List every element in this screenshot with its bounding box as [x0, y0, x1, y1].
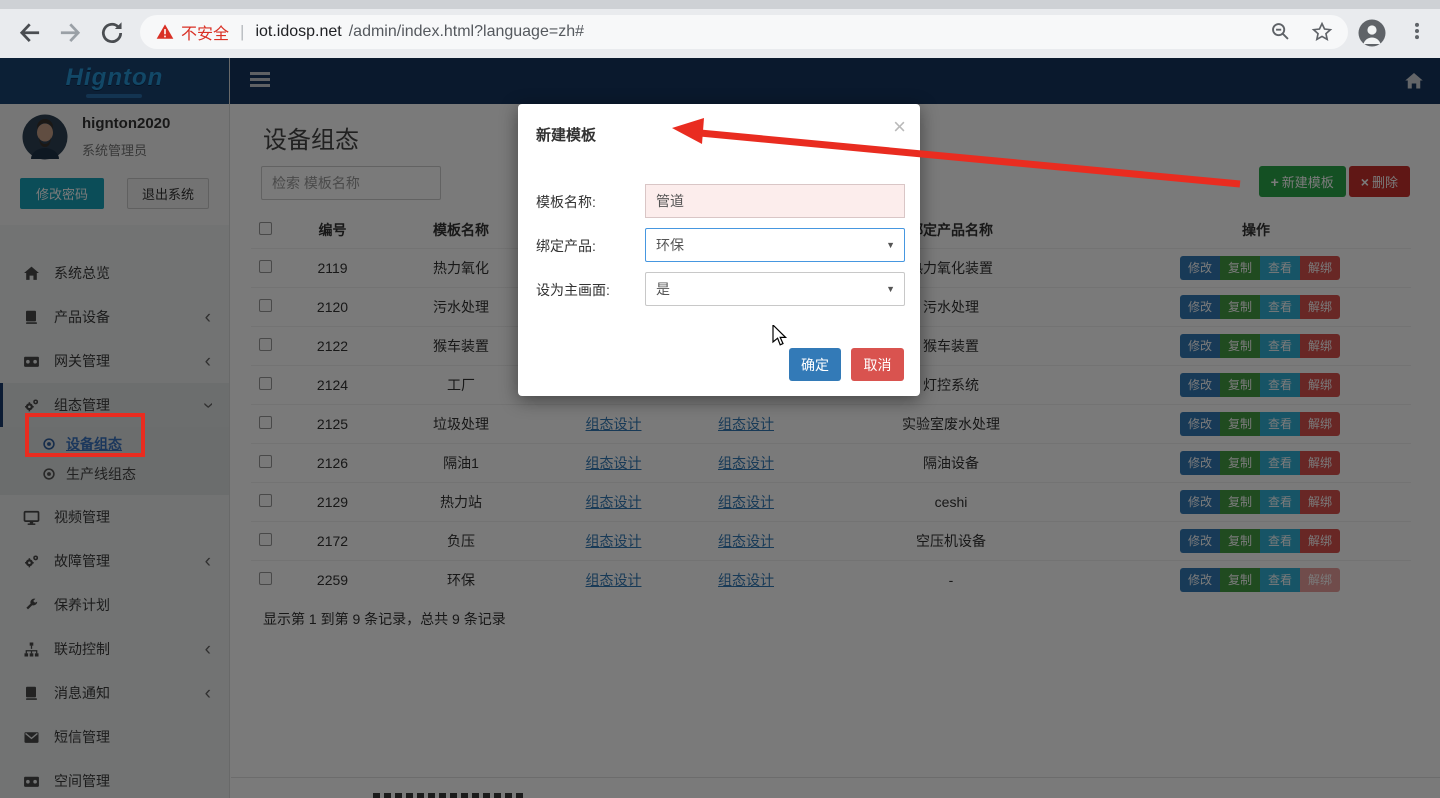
security-label: 不安全: [181, 20, 229, 44]
zoom-out-icon[interactable]: [1270, 21, 1291, 42]
annotation-red-box: [25, 413, 145, 457]
browser-reload-icon[interactable]: [99, 20, 125, 46]
url-path: /admin/index.html?language=zh#: [349, 23, 584, 41]
template-name-input[interactable]: [645, 184, 905, 218]
browser-menu-kebab-icon[interactable]: [1407, 21, 1427, 41]
profile-avatar-icon[interactable]: [1358, 19, 1386, 47]
cancel-button[interactable]: 取消: [851, 348, 904, 381]
chevron-down-icon: ▼: [886, 284, 895, 294]
new-template-modal: 新建模板 × 模板名称: 绑定产品: 环保 ▼ 设为主画面: 是 ▼ 确定 取消: [518, 104, 920, 396]
browser-forward-icon[interactable]: [58, 20, 84, 46]
confirm-button[interactable]: 确定: [789, 348, 841, 381]
chevron-down-icon: ▼: [886, 240, 895, 250]
modal-title: 新建模板: [536, 124, 596, 145]
field-label-main-screen: 设为主画面:: [536, 280, 610, 300]
browser-back-icon[interactable]: [16, 20, 42, 46]
url-separator: |: [240, 22, 244, 42]
warning-icon: [156, 23, 174, 41]
bookmark-star-icon[interactable]: [1311, 21, 1333, 43]
browser-chrome: 不安全 | iot.idosp.net/admin/index.html?lan…: [0, 0, 1440, 58]
url-domain: iot.idosp.net: [255, 23, 341, 41]
main-screen-select[interactable]: 是 ▼: [645, 272, 905, 306]
modal-close-icon[interactable]: ×: [893, 116, 906, 138]
security-chip[interactable]: 不安全 | iot.idosp.net/admin/index.html?lan…: [156, 20, 584, 44]
field-label-template-name: 模板名称:: [536, 192, 596, 212]
bound-product-select[interactable]: 环保 ▼: [645, 228, 905, 262]
field-label-bound-product: 绑定产品:: [536, 236, 596, 256]
